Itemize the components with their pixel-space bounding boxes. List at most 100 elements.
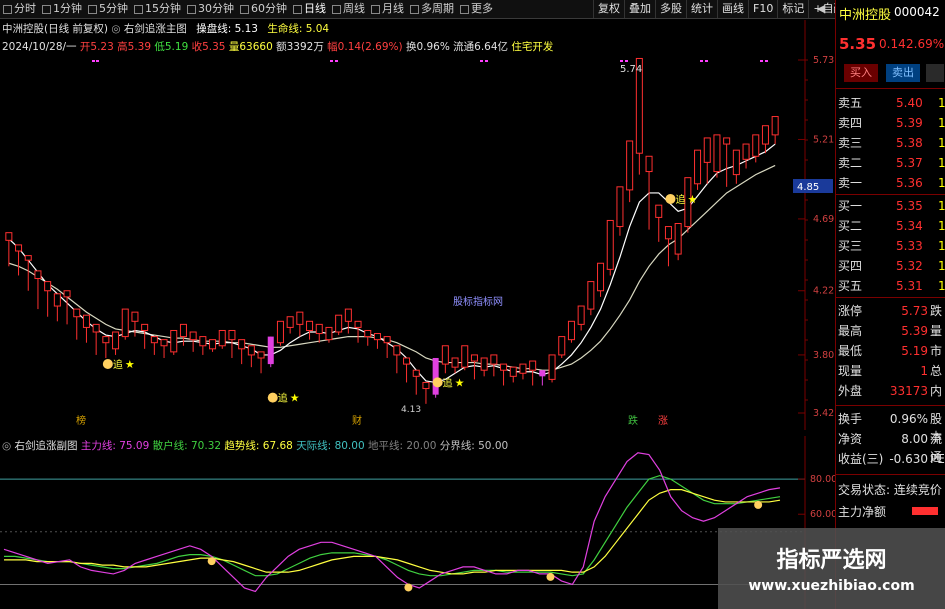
candle-body [92, 323, 100, 333]
watermark-url: www.xuezhibiao.com [748, 578, 915, 594]
book-level-label: 买二 [838, 219, 863, 233]
money-bag-icon [432, 377, 443, 388]
stat-value: 8.00 [901, 432, 928, 446]
book-price: 5.36 [896, 176, 923, 190]
main-force-line [3, 452, 781, 593]
candle-body [529, 360, 537, 371]
stat-value: 0.96% [889, 412, 928, 426]
candle-body [567, 320, 575, 341]
net-flow-bar [912, 507, 938, 515]
period-label: 5分钟 [99, 2, 128, 15]
price-axis-label: 4.69 [813, 214, 834, 225]
book-row[interactable]: 卖一 5.36 1 [838, 174, 945, 192]
period-tab-5[interactable]: 60分钟 [237, 0, 290, 18]
candle-body [286, 316, 294, 328]
book-volume: 1 [938, 259, 945, 273]
quote-panel: 中洲控股 000042 5.35 0.14 2.69% 买入 卖出 卖五 5.40… [835, 0, 945, 609]
candle-body [218, 329, 226, 347]
period-tab-2[interactable]: 5分钟 [85, 0, 131, 18]
book-level-label: 买四 [838, 259, 863, 273]
sell-button[interactable]: 卖出 [886, 64, 920, 82]
book-row[interactable]: 卖五 5.40 1 [838, 94, 945, 112]
period-tab-1[interactable]: 1分钟 [39, 0, 85, 18]
period-tab-8[interactable]: 月线 [368, 0, 407, 18]
stat-value: 5.19 [901, 344, 928, 358]
low-price-label: 4.13 [401, 405, 421, 415]
period-label: 15分钟 [145, 2, 181, 15]
checkbox-icon [410, 4, 419, 14]
event-marker[interactable]: 涨 [658, 415, 668, 427]
tool-button-5[interactable]: F10 [748, 0, 777, 18]
period-tab-6[interactable]: 日线 [290, 0, 329, 18]
book-volume: 1 [938, 136, 945, 150]
tool-button-0[interactable]: 复权 [593, 0, 624, 18]
stat-value: 1 [920, 364, 928, 378]
buy-button[interactable]: 买入 [844, 64, 878, 82]
star-icon: ★ [455, 376, 465, 389]
book-level-label: 卖二 [838, 156, 863, 170]
book-level-label: 卖四 [838, 116, 863, 130]
chase-signal-label: 追 [278, 392, 288, 405]
book-row[interactable]: 买三 5.33 1 [838, 237, 945, 255]
book-row[interactable]: 买五 5.31 1 [838, 277, 945, 295]
top-marker [485, 60, 488, 62]
back-arrow-icon[interactable]: ◀ [813, 0, 829, 18]
oscillator-chart[interactable]: 80.00 60.00 [0, 436, 835, 609]
candle-body [63, 290, 71, 298]
candle-body [761, 125, 769, 145]
checkbox-icon [3, 4, 12, 14]
stat-label: 外盘 [838, 384, 863, 398]
candle-body [344, 308, 352, 322]
retail-line [4, 474, 781, 577]
tool-button-1[interactable]: 叠加 [624, 0, 655, 18]
tool-button-4[interactable]: 画线 [717, 0, 748, 18]
period-tabs: 分时 1分钟 5分钟 15分钟 30分钟 60分钟 日线 周线 月线 多周期 更多 [0, 0, 496, 18]
candle-body [509, 366, 517, 377]
candle-body [199, 336, 207, 347]
period-label: 分时 [14, 2, 36, 15]
net-flow-label[interactable]: 主力净额 [838, 503, 886, 520]
stock-name: 中洲控股 [839, 8, 892, 23]
stat-tail-label: 总 [930, 364, 943, 378]
event-marker[interactable]: 榜 [76, 414, 86, 427]
checkbox-icon [187, 4, 196, 14]
period-tab-3[interactable]: 15分钟 [131, 0, 184, 18]
tool-button-6[interactable]: 标记 [777, 0, 808, 18]
top-marker [765, 60, 768, 62]
checkbox-icon [460, 4, 469, 14]
top-marker [480, 60, 483, 62]
sub-axis-label: 80.00 [810, 474, 835, 485]
period-label: 60分钟 [251, 2, 287, 15]
candle-body [480, 357, 488, 371]
top-marker [335, 60, 338, 62]
book-row[interactable]: 卖二 5.37 1 [838, 154, 945, 172]
period-tab-10[interactable]: 更多 [457, 0, 496, 18]
event-marker[interactable]: 跌 [628, 414, 638, 427]
period-label: 30分钟 [198, 2, 234, 15]
stat-row: 外盘 33173 内 [838, 382, 945, 400]
tool-button-2[interactable]: 多股 [655, 0, 686, 18]
stat-value: 5.39 [901, 324, 928, 338]
book-price: 5.39 [896, 116, 923, 130]
money-bag-icon [665, 193, 676, 204]
quick-trade-button[interactable] [926, 64, 944, 82]
event-marker[interactable]: 财 [352, 414, 362, 427]
book-row[interactable]: 卖三 5.38 1 [838, 134, 945, 152]
tool-button-3[interactable]: 统计 [686, 0, 717, 18]
period-tab-0[interactable]: 分时 [0, 0, 39, 18]
top-marker [330, 60, 333, 62]
candle-body [470, 354, 478, 362]
period-tab-4[interactable]: 30分钟 [184, 0, 237, 18]
candle-body [354, 320, 362, 328]
candlestick-chart[interactable]: 5.735.214.694.223.803.42 追 ★追 ★追 ★追 ★ 5.74 股… [0, 20, 835, 430]
candle-body [500, 363, 508, 371]
top-marker [92, 60, 95, 62]
price-axis-label: 5.21 [813, 134, 834, 145]
book-row[interactable]: 买一 5.35 1 [838, 197, 945, 215]
chase-signal-label: 追 [113, 358, 123, 371]
period-tab-7[interactable]: 周线 [329, 0, 368, 18]
book-row[interactable]: 买四 5.32 1 [838, 257, 945, 275]
period-tab-9[interactable]: 多周期 [407, 0, 457, 18]
book-row[interactable]: 卖四 5.39 1 [838, 114, 945, 132]
book-row[interactable]: 买二 5.34 1 [838, 217, 945, 235]
